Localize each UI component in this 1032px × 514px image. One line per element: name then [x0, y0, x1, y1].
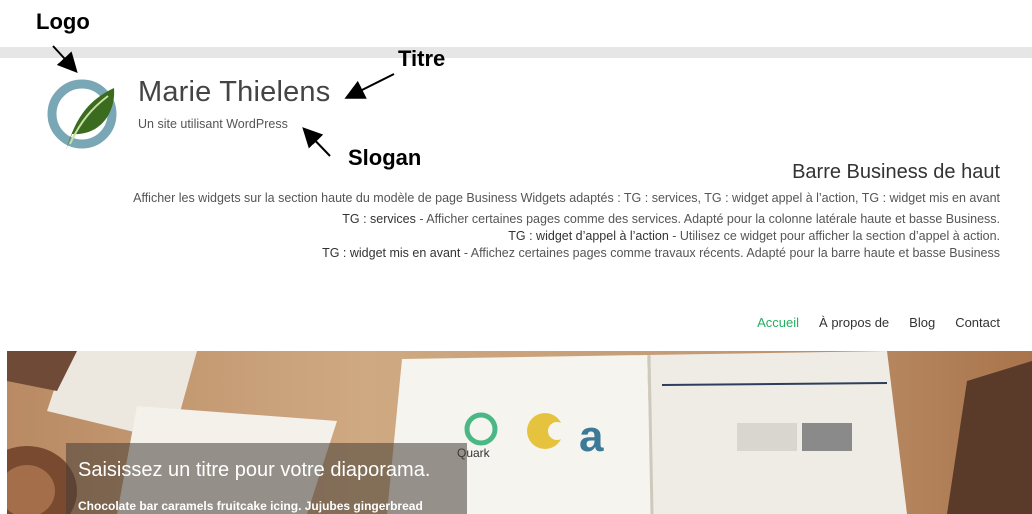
- hero-text: Chocolate bar caramels fruitcake icing. …: [78, 499, 423, 513]
- business-bar-title: Barre Business de haut: [792, 161, 1000, 183]
- nav-item-accueil[interactable]: Accueil: [757, 315, 799, 330]
- annotation-slogan: Slogan: [348, 145, 422, 170]
- annotation-titre: Titre: [398, 46, 446, 71]
- hero-slideshow: Quark a Saisissez un titre pour votre di…: [7, 351, 1032, 514]
- site-tagline: Un site utilisant WordPress: [138, 117, 288, 131]
- site-logo-icon[interactable]: [44, 74, 124, 154]
- widget-line-featured: TG : widget mis en avant - Affichez cert…: [322, 246, 1000, 260]
- nav-item-contact[interactable]: Contact: [955, 315, 1000, 330]
- site-title[interactable]: Marie Thielens: [138, 76, 330, 109]
- widget-line-call-to-action: TG : widget d’appel à l’action - Utilise…: [508, 229, 1000, 243]
- annotation-logo: Logo: [36, 9, 90, 34]
- site-preview: Marie Thielens Un site utilisant WordPre…: [7, 58, 1032, 514]
- nav-item-a-propos[interactable]: À propos de: [819, 315, 889, 330]
- widget-line-services: TG : services - Afficher certaines pages…: [342, 212, 1000, 226]
- business-bar-widget-list: TG : services - Afficher certaines pages…: [322, 211, 1000, 262]
- nav-item-blog[interactable]: Blog: [909, 315, 935, 330]
- frame-border: [0, 47, 1032, 58]
- hero-title: Saisissez un titre pour votre diaporama.: [78, 459, 431, 481]
- svg-text:a: a: [579, 412, 604, 461]
- main-nav: Accueil À propos de Blog Contact: [757, 315, 1000, 330]
- business-bar-description: Afficher les widgets sur la section haut…: [133, 191, 1000, 205]
